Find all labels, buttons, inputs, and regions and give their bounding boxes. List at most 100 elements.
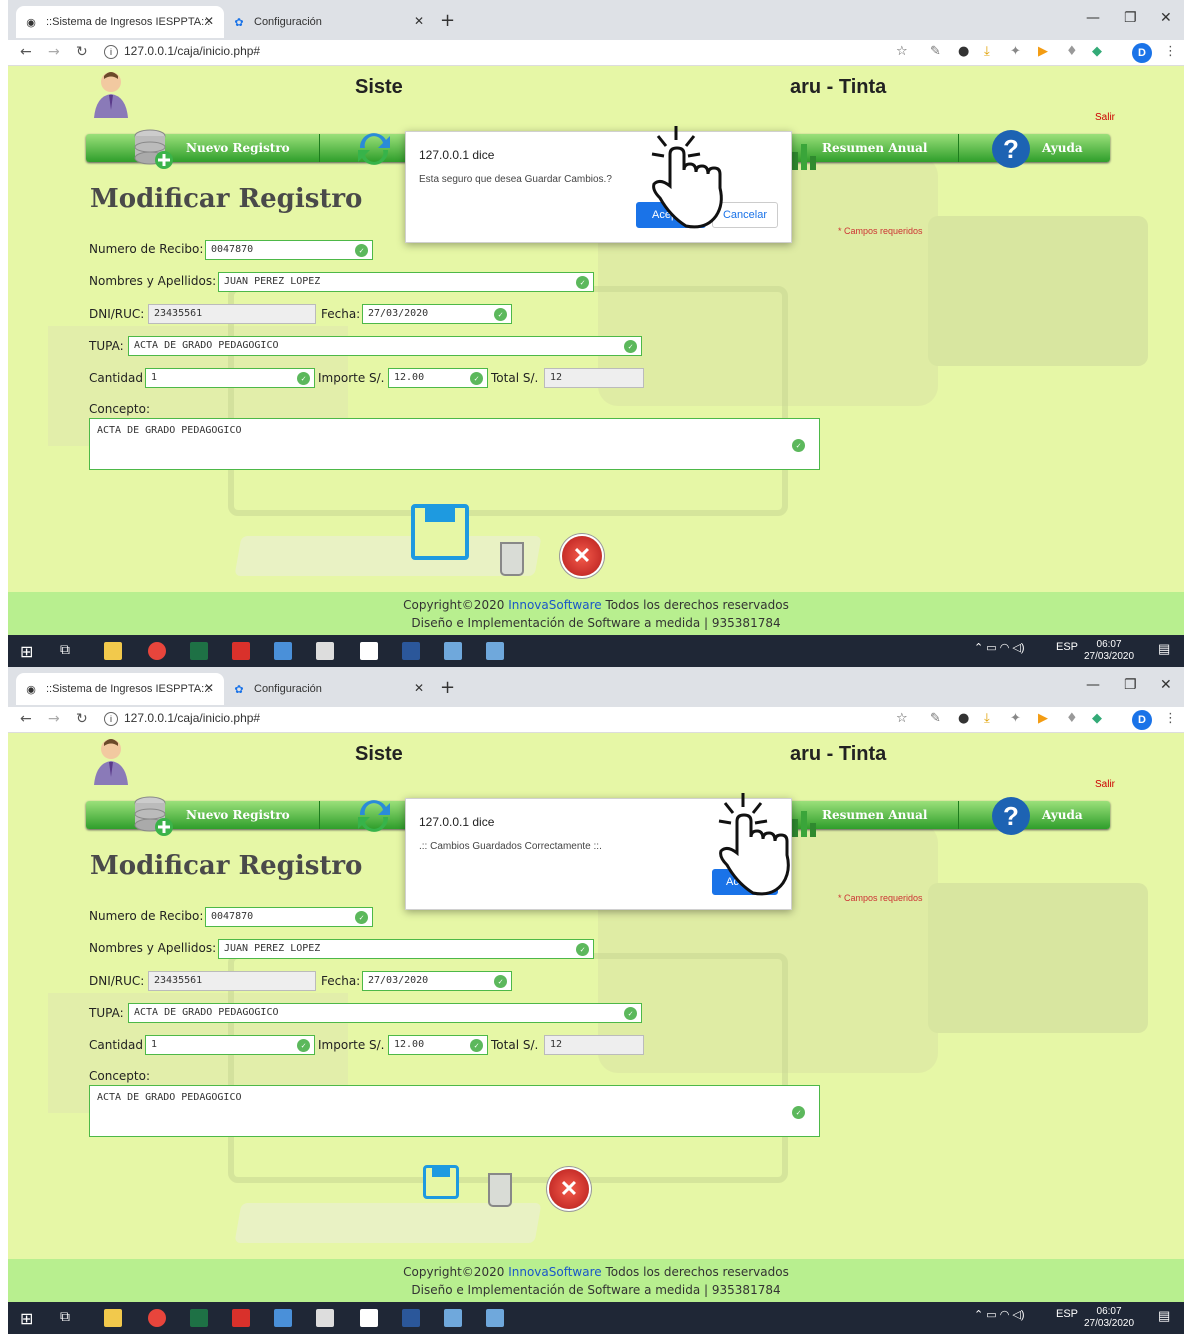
- save-button[interactable]: [423, 1165, 459, 1199]
- save-button[interactable]: [411, 504, 469, 560]
- windows-start-icon[interactable]: ⊞: [20, 642, 38, 661]
- language-indicator[interactable]: ESP: [1056, 1308, 1078, 1320]
- task-view-icon[interactable]: ⧉: [60, 642, 78, 660]
- close-tab-icon[interactable]: ✕: [414, 681, 424, 695]
- extension-icon[interactable]: ◆: [1092, 711, 1102, 726]
- minimize-button[interactable]: —: [1086, 10, 1100, 26]
- app-icon[interactable]: [316, 642, 334, 660]
- reload-icon[interactable]: ↻: [76, 711, 88, 727]
- recibo-input[interactable]: 0047870 ✓: [205, 240, 373, 260]
- trash-icon[interactable]: [500, 542, 524, 576]
- menu-resumen-anual[interactable]: Resumen Anual: [822, 808, 927, 822]
- info-icon[interactable]: i: [104, 45, 118, 59]
- fecha-input[interactable]: 27/03/2020 ✓: [362, 304, 512, 324]
- mic-icon[interactable]: ♦: [1066, 44, 1078, 59]
- fecha-input[interactable]: 27/03/2020 ✓: [362, 971, 512, 991]
- excel-icon[interactable]: [190, 642, 208, 660]
- download-icon[interactable]: ⤓: [984, 44, 990, 59]
- restore-button[interactable]: ❐: [1124, 10, 1137, 26]
- concepto-textarea[interactable]: ACTA DE GRADO PEDAGOGICO ✓: [89, 1085, 820, 1137]
- tray-icons[interactable]: ⌃ ▭ ◠ ◁): [974, 641, 1025, 654]
- chrome-icon[interactable]: [148, 642, 166, 660]
- clock[interactable]: 06:07 27/03/2020: [1084, 639, 1134, 663]
- database-add-icon[interactable]: [133, 128, 173, 170]
- notification-icon[interactable]: ▤: [1158, 641, 1170, 657]
- app-icon[interactable]: [444, 642, 462, 660]
- refresh-icon[interactable]: [356, 128, 392, 168]
- app-icon[interactable]: [316, 1309, 334, 1327]
- tupa-select[interactable]: ACTA DE GRADO PEDAGOGICO ✓: [128, 336, 642, 356]
- extension-icon[interactable]: ✎: [930, 44, 941, 59]
- info-icon[interactable]: i: [104, 712, 118, 726]
- minimize-button[interactable]: —: [1086, 677, 1100, 693]
- word-icon[interactable]: [402, 642, 420, 660]
- star-icon[interactable]: ☆: [896, 44, 908, 59]
- language-indicator[interactable]: ESP: [1056, 641, 1078, 653]
- app-icon[interactable]: [486, 1309, 504, 1327]
- star-icon[interactable]: ☆: [896, 711, 908, 726]
- download-circle-icon[interactable]: ●: [958, 44, 969, 59]
- profile-avatar[interactable]: D: [1132, 710, 1152, 730]
- restore-button[interactable]: ❐: [1124, 677, 1137, 693]
- cancel-button[interactable]: ✕: [562, 536, 602, 576]
- app-icon[interactable]: [444, 1309, 462, 1327]
- recibo-input[interactable]: 0047870 ✓: [205, 907, 373, 927]
- play-icon[interactable]: ▶: [1038, 44, 1048, 59]
- importe-input[interactable]: 12.00 ✓: [388, 1035, 488, 1055]
- forward-icon[interactable]: →: [48, 711, 60, 727]
- close-window-button[interactable]: ✕: [1160, 10, 1172, 26]
- close-tab-icon[interactable]: ✕: [204, 681, 214, 695]
- browser-tab-active[interactable]: ◉ ::Sistema de Ingresos IESPPTA::. ✕: [16, 673, 224, 705]
- clock[interactable]: 06:07 27/03/2020: [1084, 1306, 1134, 1330]
- browser-tab-settings[interactable]: ✿ Configuración ✕: [224, 673, 434, 705]
- notification-icon[interactable]: ▤: [1158, 1308, 1170, 1324]
- download-circle-icon[interactable]: ●: [958, 711, 969, 726]
- word-icon[interactable]: [402, 1309, 420, 1327]
- profile-avatar[interactable]: D: [1132, 43, 1152, 63]
- windows-start-icon[interactable]: ⊞: [20, 1309, 38, 1328]
- app-icon[interactable]: [274, 642, 292, 660]
- help-icon[interactable]: ?: [992, 797, 1030, 835]
- menu-dots-icon[interactable]: ⋮: [1164, 44, 1177, 59]
- menu-ayuda[interactable]: Ayuda: [1042, 808, 1083, 822]
- extension-icon[interactable]: ✎: [930, 711, 941, 726]
- chrome-icon[interactable]: [148, 1309, 166, 1327]
- database-add-icon[interactable]: [133, 795, 173, 837]
- browser-tab-active[interactable]: ◉ ::Sistema de Ingresos IESPPTA::. ✕: [16, 6, 224, 38]
- importe-input[interactable]: 12.00 ✓: [388, 368, 488, 388]
- tray-icons[interactable]: ⌃ ▭ ◠ ◁): [974, 1308, 1025, 1321]
- menu-ayuda[interactable]: Ayuda: [1042, 141, 1083, 155]
- close-window-button[interactable]: ✕: [1160, 677, 1172, 693]
- cantidad-input[interactable]: 1 ✓: [145, 368, 315, 388]
- help-icon[interactable]: ?: [992, 130, 1030, 168]
- logout-link[interactable]: Salir: [1095, 112, 1115, 123]
- footer-link[interactable]: InnovaSoftware: [508, 598, 601, 612]
- back-icon[interactable]: ←: [20, 711, 32, 727]
- cantidad-input[interactable]: 1 ✓: [145, 1035, 315, 1055]
- extension-icon[interactable]: ✦: [1010, 44, 1021, 59]
- menu-nuevo-registro[interactable]: Nuevo Registro: [186, 808, 290, 822]
- footer-link[interactable]: InnovaSoftware: [508, 1265, 601, 1279]
- dni-input[interactable]: 23435561: [148, 304, 316, 324]
- logout-link[interactable]: Salir: [1095, 779, 1115, 790]
- menu-resumen-anual[interactable]: Resumen Anual: [822, 141, 927, 155]
- concepto-textarea[interactable]: ACTA DE GRADO PEDAGOGICO ✓: [89, 418, 820, 470]
- play-icon[interactable]: ▶: [1038, 711, 1048, 726]
- file-explorer-icon[interactable]: [104, 1309, 122, 1327]
- browser-tab-settings[interactable]: ✿ Configuración ✕: [224, 6, 434, 38]
- file-explorer-icon[interactable]: [104, 642, 122, 660]
- pdf-icon[interactable]: [232, 1309, 250, 1327]
- forward-icon[interactable]: →: [48, 44, 60, 60]
- reload-icon[interactable]: ↻: [76, 44, 88, 60]
- close-tab-icon[interactable]: ✕: [204, 14, 214, 28]
- photos-icon[interactable]: [360, 642, 378, 660]
- tupa-select[interactable]: ACTA DE GRADO PEDAGOGICO ✓: [128, 1003, 642, 1023]
- task-view-icon[interactable]: ⧉: [60, 1309, 78, 1327]
- menu-dots-icon[interactable]: ⋮: [1164, 711, 1177, 726]
- url-field[interactable]: i 127.0.0.1/caja/inicio.php#: [104, 44, 260, 59]
- cancel-button[interactable]: ✕: [549, 1169, 589, 1209]
- nombres-input[interactable]: JUAN PEREZ LOPEZ ✓: [218, 939, 594, 959]
- app-icon[interactable]: [274, 1309, 292, 1327]
- extension-icon[interactable]: ◆: [1092, 44, 1102, 59]
- extension-icon[interactable]: ✦: [1010, 711, 1021, 726]
